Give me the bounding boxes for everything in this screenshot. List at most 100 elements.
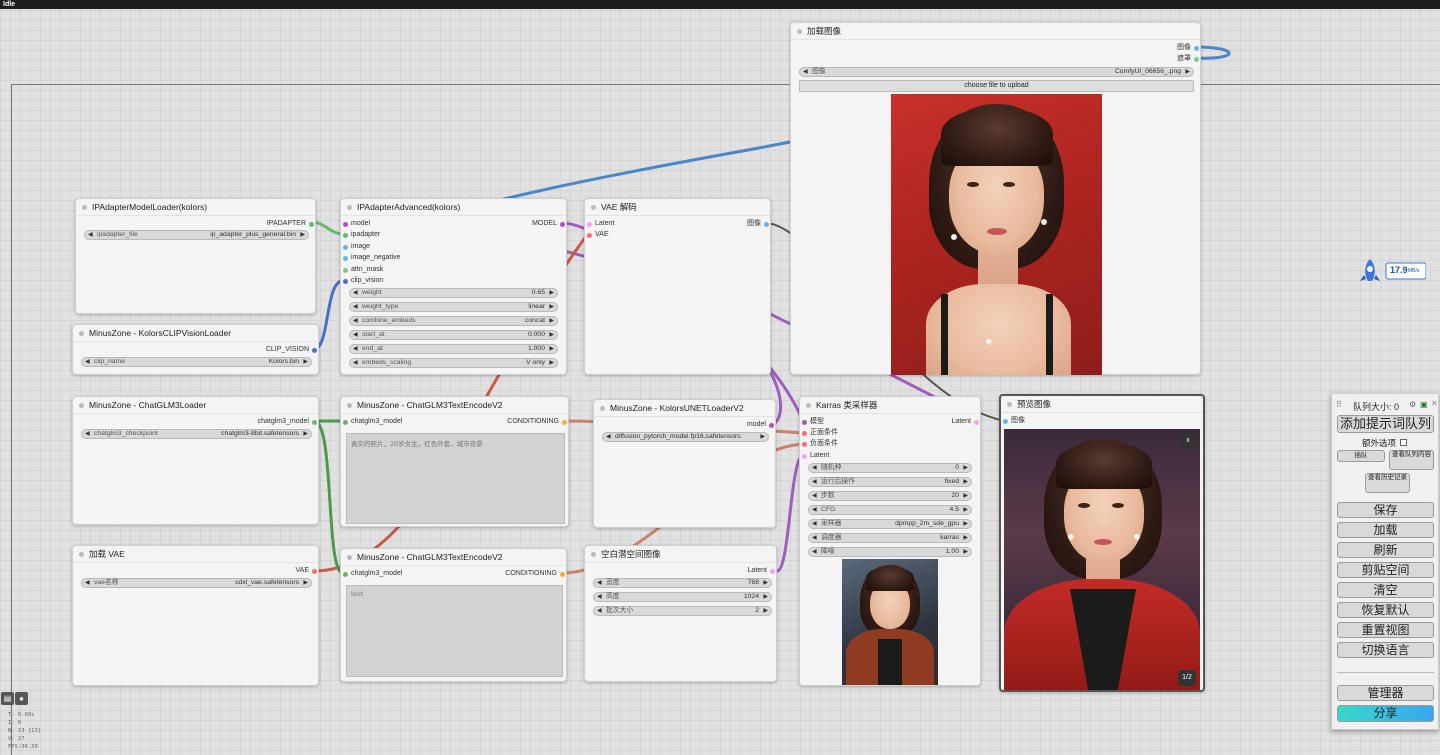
extra-options-checkbox[interactable] <box>1400 439 1408 446</box>
prompt-textarea[interactable]: test <box>346 585 563 677</box>
network-monitor[interactable]: 17.9 MB/s <box>1356 257 1427 285</box>
input-chatglm-model[interactable]: chatglm3_model <box>341 569 402 579</box>
arrow-right-icon[interactable]: ▶ <box>300 231 305 239</box>
arrow-left-icon[interactable]: ◀ <box>85 358 90 366</box>
input-attn-mask[interactable]: attn_mask <box>341 265 383 275</box>
input-positive[interactable]: 正面条件 <box>800 428 838 438</box>
arrow-left-icon[interactable]: ◀ <box>606 433 611 441</box>
preview-output-image[interactable]: x 1/2 <box>1004 429 1200 690</box>
queue-prompt-button[interactable]: 添加提示词队列 <box>1337 415 1434 433</box>
input-latent[interactable]: Latent <box>800 451 829 461</box>
input-model[interactable]: 模型 <box>800 417 824 427</box>
close-preview-button[interactable]: x <box>1180 433 1196 449</box>
arrow-right-icon[interactable]: ▶ <box>549 303 554 311</box>
output-ipadapter[interactable]: IPADAPTER <box>267 219 315 229</box>
arrow-right-icon[interactable]: ▶ <box>549 331 554 339</box>
share-button[interactable]: 分享 <box>1337 705 1434 722</box>
widget-batch-size[interactable]: ◀ 批次大小 2 ▶ <box>593 606 772 616</box>
insert-queue-button[interactable]: 插队 <box>1337 450 1385 462</box>
arrow-right-icon[interactable]: ▶ <box>763 579 768 587</box>
output-mask[interactable]: 遮罩 <box>1177 54 1200 64</box>
output-image[interactable]: 图像 <box>747 219 770 229</box>
arrow-left-icon[interactable]: ◀ <box>353 359 358 367</box>
arrow-right-icon[interactable]: ▶ <box>1185 68 1190 76</box>
widget-vae-name[interactable]: ◀ vae名称 sdxl_vae.safetensors ▶ <box>81 578 312 588</box>
node-ipadapter-loader[interactable]: IPAdapterModelLoader(kolors) IPADAPTER ◀… <box>75 198 316 314</box>
widget-scheduler[interactable]: ◀ 调度器 karras ▶ <box>808 533 972 543</box>
widget-chatglm-checkpoint[interactable]: ◀ chatglm3_checkpoint chatglm3-8bit.safete… <box>81 429 312 439</box>
input-image-negative[interactable]: image_negative <box>341 253 400 263</box>
widget-denoise[interactable]: ◀ 降噪 1.00 ▶ <box>808 547 972 557</box>
arrow-left-icon[interactable]: ◀ <box>353 303 358 311</box>
widget-control-after[interactable]: ◀ 运行后操作 fixed ▶ <box>808 477 972 487</box>
manager-button[interactable]: 管理器 <box>1337 685 1434 701</box>
arrow-left-icon[interactable]: ◀ <box>803 68 808 76</box>
widget-weight[interactable]: ◀ weight 0.65 ▶ <box>349 288 558 298</box>
arrow-left-icon[interactable]: ◀ <box>812 548 817 556</box>
output-model[interactable]: model <box>747 420 775 430</box>
widget-width[interactable]: ◀ 宽度 768 ▶ <box>593 578 772 588</box>
arrow-left-icon[interactable]: ◀ <box>597 607 602 615</box>
widget-height[interactable]: ◀ 高度 1024 ▶ <box>593 592 772 602</box>
arrow-left-icon[interactable]: ◀ <box>812 506 817 514</box>
arrow-left-icon[interactable]: ◀ <box>812 534 817 542</box>
arrow-left-icon[interactable]: ◀ <box>812 464 817 472</box>
output-latent[interactable]: Latent <box>748 566 776 576</box>
close-icon[interactable]: ✕ <box>1431 399 1438 408</box>
node-text-encode-positive[interactable]: MinusZone - ChatGLM3TextEncodeV2 chatglm… <box>340 396 569 527</box>
arrow-left-icon[interactable]: ◀ <box>353 317 358 325</box>
node-empty-latent[interactable]: 空白潜空间图像 Latent ◀ 宽度 768 ▶ ◀ 高度 1024 ▶ ◀ 批次大小 2 ▶ <box>584 545 777 682</box>
widget-steps[interactable]: ◀ 步数 20 ▶ <box>808 491 972 501</box>
clear-button[interactable]: 清空 <box>1337 582 1434 598</box>
save-button[interactable]: 保存 <box>1337 502 1434 518</box>
widget-combine-embeds[interactable]: ◀ combine_embeds concat ▶ <box>349 316 558 326</box>
widget-start-at[interactable]: ◀ start_at 0.000 ▶ <box>349 330 558 340</box>
prompt-textarea[interactable]: 真实的照片，20岁女生，红色外套，城市夜景 <box>346 433 565 524</box>
arrow-right-icon[interactable]: ▶ <box>963 478 968 486</box>
load-button[interactable]: 加载 <box>1337 522 1434 538</box>
image-counter[interactable]: 1/2 <box>1178 670 1196 686</box>
node-preview-image[interactable]: 预览图像 图像 x 1/2 <box>999 394 1205 692</box>
arrow-left-icon[interactable]: ◀ <box>353 345 358 353</box>
output-image[interactable]: 图像 <box>1177 43 1200 53</box>
widget-unet-name[interactable]: ◀ diffusion_pytorch_model.fp16.safetensor… <box>602 432 769 442</box>
view-queue-button[interactable]: 查看队列内容 <box>1389 450 1434 470</box>
input-chatglm-model[interactable]: chatglm3_model <box>341 417 402 427</box>
arrow-right-icon[interactable]: ▶ <box>963 548 968 556</box>
widget-ipadapter-file[interactable]: ◀ ipadapter_file ip_adapter_plus_general… <box>84 230 309 240</box>
arrow-right-icon[interactable]: ▶ <box>760 433 765 441</box>
node-vae-decode[interactable]: VAE 解码 Latent VAE 图像 <box>584 198 771 375</box>
input-clip-vision[interactable]: clip_vision <box>341 276 383 286</box>
widget-embeds-scaling[interactable]: ◀ embeds_scaling V only ▶ <box>349 358 558 368</box>
arrow-right-icon[interactable]: ▶ <box>963 506 968 514</box>
gear-icon[interactable]: ⚙ <box>1409 400 1416 409</box>
node-clip-vision-loader[interactable]: MinusZone - KolorsCLIPVisionLoader CLIP_… <box>72 324 319 375</box>
image-icon[interactable]: ▣ <box>1420 400 1428 409</box>
output-clip-vision[interactable]: CLIP_VISION <box>266 345 318 355</box>
arrow-right-icon[interactable]: ▶ <box>763 607 768 615</box>
arrow-right-icon[interactable]: ▶ <box>549 359 554 367</box>
input-negative[interactable]: 负面条件 <box>800 439 838 449</box>
arrow-left-icon[interactable]: ◀ <box>812 492 817 500</box>
input-latent[interactable]: Latent <box>585 219 614 229</box>
widget-sampler[interactable]: ◀ 采样器 dpmpp_2m_sde_gpu ▶ <box>808 519 972 529</box>
view-history-button[interactable]: 查看历史记录 <box>1365 473 1410 493</box>
queue-panel[interactable]: ⠿ 队列大小: 0 ⚙ ▣ ✕ 添加提示词队列 额外选项 插队 查看队列内容 查… <box>1331 393 1439 730</box>
arrow-right-icon[interactable]: ▶ <box>549 317 554 325</box>
node-vae-loader[interactable]: 加载 VAE VAE ◀ vae名称 sdxl_vae.safetensors ▶ <box>72 545 319 686</box>
arrow-right-icon[interactable]: ▶ <box>963 534 968 542</box>
output-chatglm-model[interactable]: chatglm3_model <box>258 417 318 427</box>
upload-button[interactable]: choose file to upload <box>799 80 1194 92</box>
output-model[interactable]: MODEL <box>532 219 566 229</box>
canvas-tools[interactable]: ▤ ♠ <box>1 692 29 705</box>
node-unet-loader[interactable]: MinusZone - KolorsUNETLoaderV2 model ◀ di… <box>593 399 776 528</box>
widget-clip-name[interactable]: ◀ clip_name Kolors.bin ▶ <box>81 357 312 367</box>
node-text-encode-negative[interactable]: MinusZone - ChatGLM3TextEncodeV2 chatglm… <box>340 548 567 682</box>
output-conditioning[interactable]: CONDITIONING <box>505 569 566 579</box>
arrow-right-icon[interactable]: ▶ <box>963 492 968 500</box>
input-image[interactable]: image <box>341 242 370 252</box>
widget-weight-type[interactable]: ◀ weight_type linear ▶ <box>349 302 558 312</box>
arrow-left-icon[interactable]: ◀ <box>812 520 817 528</box>
arrow-left-icon[interactable]: ◀ <box>353 331 358 339</box>
arrow-right-icon[interactable]: ▶ <box>549 289 554 297</box>
